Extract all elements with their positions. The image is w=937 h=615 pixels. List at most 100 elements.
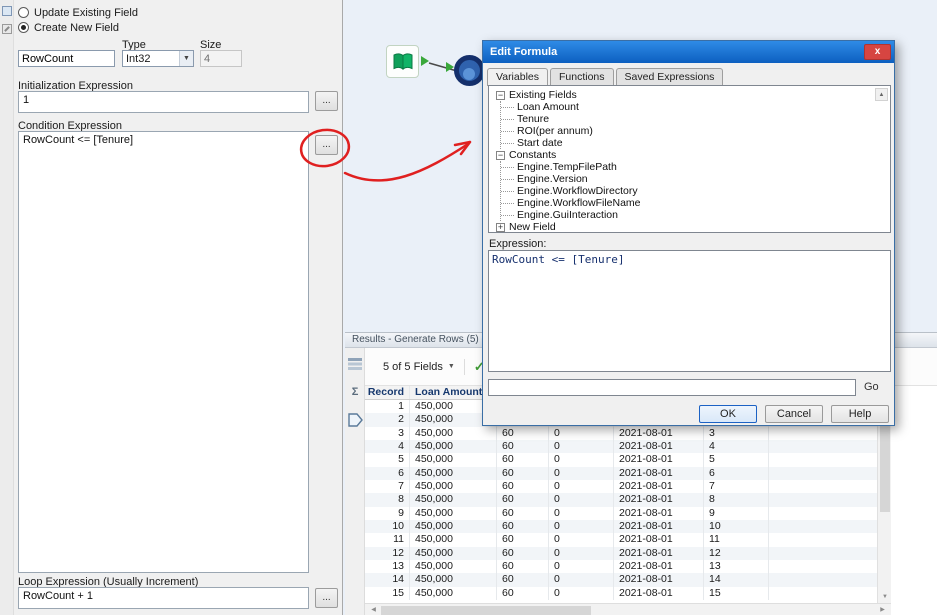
table-cell: 2021-08-01 xyxy=(614,547,704,560)
generate-rows-tool[interactable] xyxy=(454,55,485,86)
toolbar-divider xyxy=(464,359,465,375)
tree-node[interactable]: Engine.WorkflowDirectory xyxy=(501,185,888,197)
formula-tree-panel: ▲ −Existing FieldsLoan AmountTenureROI(p… xyxy=(488,85,891,233)
table-cell: 3 xyxy=(365,427,410,440)
tree-node[interactable]: −Existing Fields xyxy=(495,89,888,101)
type-select[interactable]: Int32 ▼ xyxy=(122,50,194,67)
table-cell: 60 xyxy=(497,480,549,493)
create-new-radio[interactable] xyxy=(18,22,29,33)
loop-expression-browse-button[interactable]: ... xyxy=(315,588,338,608)
table-cell: 2021-08-01 xyxy=(614,533,704,546)
tree-node[interactable]: + New Field xyxy=(495,221,888,233)
table-cell: 60 xyxy=(497,440,549,453)
field-name-input[interactable] xyxy=(18,50,115,67)
tree-node[interactable]: Loan Amount xyxy=(501,101,888,113)
tree-node[interactable]: Engine.GuiInteraction xyxy=(501,209,888,221)
chevron-down-icon[interactable]: ▼ xyxy=(179,51,193,66)
close-button[interactable]: x xyxy=(864,44,891,60)
table-row[interactable]: 10450,0006002021-08-0110 xyxy=(365,520,877,533)
collapse-icon[interactable]: − xyxy=(496,91,505,100)
create-new-option[interactable]: Create New Field xyxy=(18,21,119,34)
table-row[interactable]: 4450,0006002021-08-014 xyxy=(365,440,877,453)
table-row[interactable]: 13450,0006002021-08-0113 xyxy=(365,560,877,573)
table-row[interactable]: 5450,0006002021-08-015 xyxy=(365,453,877,466)
collapse-icon[interactable]: − xyxy=(496,151,505,160)
table-cell: 450,000 xyxy=(410,453,497,466)
scroll-left-icon[interactable]: ◀ xyxy=(367,604,380,615)
table-cell: 2021-08-01 xyxy=(614,520,704,533)
search-input[interactable] xyxy=(488,379,856,396)
column-header[interactable]: Record xyxy=(365,386,410,399)
condition-expression-browse-button[interactable]: ... xyxy=(315,135,338,155)
condition-expression-box[interactable]: RowCount <= [Tenure] xyxy=(18,131,309,573)
ok-button[interactable]: OK xyxy=(699,405,757,423)
tree-node[interactable]: Engine.TempFilePath xyxy=(501,161,888,173)
table-cell: 60 xyxy=(497,427,549,440)
table-cell: 60 xyxy=(497,467,549,480)
table-row[interactable]: 12450,0006002021-08-0112 xyxy=(365,547,877,560)
dialog-title-bar[interactable]: Edit Formula x xyxy=(483,41,894,63)
initialization-expression-box[interactable]: 1 xyxy=(18,91,309,113)
input-anchor-icon[interactable] xyxy=(446,62,454,72)
table-cell: 5 xyxy=(365,453,410,466)
tree-node[interactable]: −Constants xyxy=(495,149,888,161)
table-cell: 14 xyxy=(365,573,410,586)
expand-icon[interactable]: + xyxy=(496,223,505,232)
table-cell: 60 xyxy=(497,560,549,573)
grid-icon[interactable] xyxy=(2,6,12,16)
metadata-sigma-icon[interactable]: Σ xyxy=(347,384,363,400)
table-row[interactable]: 3450,0006002021-08-013 xyxy=(365,427,877,440)
table-cell: 4 xyxy=(704,440,769,453)
tab-variables[interactable]: Variables xyxy=(487,68,548,86)
table-cell: 450,000 xyxy=(410,520,497,533)
fields-dropdown[interactable]: 5 of 5 Fields ▼ xyxy=(383,361,455,373)
tool-glyph xyxy=(463,68,475,80)
scrollbar-thumb[interactable] xyxy=(381,606,591,615)
table-view-icon[interactable] xyxy=(347,356,363,372)
table-cell: 60 xyxy=(497,520,549,533)
update-existing-option[interactable]: Update Existing Field xyxy=(18,6,138,19)
table-cell: 0 xyxy=(549,467,614,480)
table-row[interactable]: 7450,0006002021-08-017 xyxy=(365,480,877,493)
tree-node-label: New Field xyxy=(509,221,556,233)
table-cell: 15 xyxy=(704,587,769,600)
scroll-up-icon[interactable]: ▲ xyxy=(875,88,888,101)
table-row[interactable]: 9450,0006002021-08-019 xyxy=(365,507,877,520)
tree-connector xyxy=(501,179,514,180)
cancel-button[interactable]: Cancel xyxy=(765,405,823,423)
horizontal-scrollbar[interactable]: ◀ ▶ xyxy=(365,603,891,615)
text-input-tool[interactable] xyxy=(386,45,419,78)
table-row[interactable]: 11450,0006002021-08-0111 xyxy=(365,533,877,546)
tree-node[interactable]: ROI(per annum) xyxy=(501,125,888,137)
scroll-down-icon[interactable]: ▼ xyxy=(878,591,892,603)
table-cell: 0 xyxy=(549,520,614,533)
expression-textarea[interactable]: RowCount <= [Tenure] xyxy=(488,250,891,372)
tree-node[interactable]: Start date xyxy=(501,137,888,149)
table-cell: 60 xyxy=(497,507,549,520)
tree-node[interactable]: Engine.Version xyxy=(501,173,888,185)
tree-node-label: Engine.WorkflowFileName xyxy=(517,197,641,209)
profile-icon[interactable] xyxy=(347,412,363,428)
init-expression-browse-button[interactable]: ... xyxy=(315,91,338,111)
go-button[interactable]: Go xyxy=(864,381,879,393)
tab-saved-expressions[interactable]: Saved Expressions xyxy=(616,68,724,85)
loop-expression-box[interactable]: RowCount + 1 xyxy=(18,587,309,609)
table-row[interactable]: 14450,0006002021-08-0114 xyxy=(365,573,877,586)
tab-functions[interactable]: Functions xyxy=(550,68,614,85)
wrench-icon[interactable] xyxy=(2,24,12,34)
help-button[interactable]: Help xyxy=(831,405,889,423)
table-cell: 2 xyxy=(365,413,410,426)
table-cell: 6 xyxy=(365,467,410,480)
table-cell: 450,000 xyxy=(410,427,497,440)
table-row[interactable]: 8450,0006002021-08-018 xyxy=(365,493,877,506)
tree-node[interactable]: Tenure xyxy=(501,113,888,125)
dialog-tabs: Variables Functions Saved Expressions xyxy=(487,68,725,85)
app-root: Results - Generate Rows (5) - Output Σ 5… xyxy=(0,0,937,615)
table-row[interactable]: 6450,0006002021-08-016 xyxy=(365,467,877,480)
table-cell: 0 xyxy=(549,587,614,600)
tree-node[interactable]: Engine.WorkflowFileName xyxy=(501,197,888,209)
table-cell: 450,000 xyxy=(410,467,497,480)
scroll-right-icon[interactable]: ▶ xyxy=(876,604,889,615)
table-row[interactable]: 15450,0006002021-08-0115 xyxy=(365,587,877,600)
update-existing-radio[interactable] xyxy=(18,7,29,18)
